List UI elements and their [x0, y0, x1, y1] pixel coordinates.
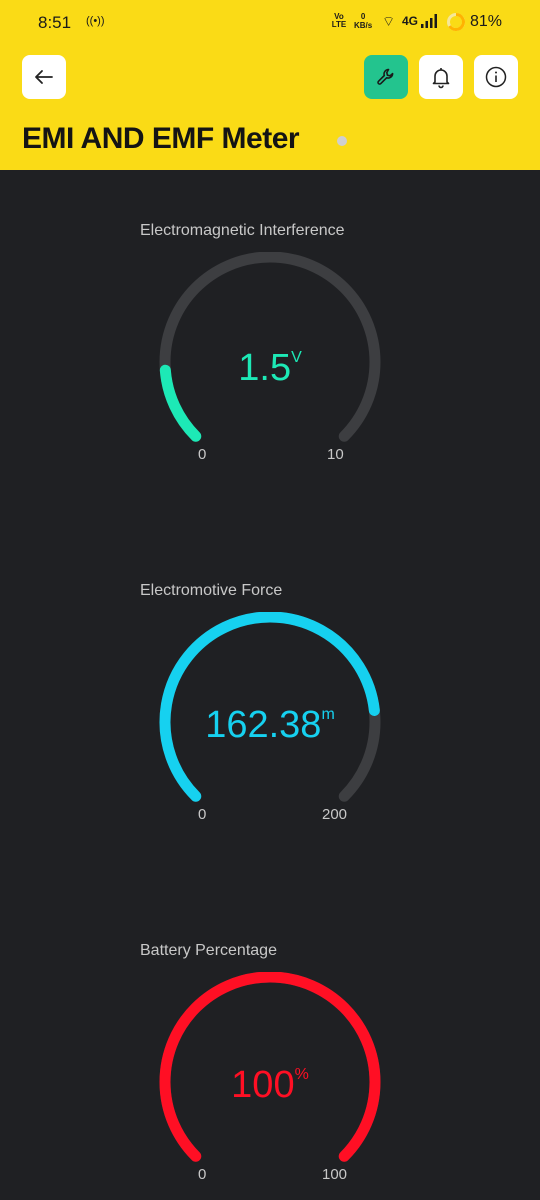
gauge-value-number: 1.5 [238, 347, 292, 389]
gauge-min-label: 0 [198, 446, 207, 463]
settings-button[interactable] [364, 55, 408, 99]
gauge-max-label: 200 [322, 806, 348, 823]
gauge-max-label: 100 [322, 1166, 348, 1183]
gauge-max-label: 10 [327, 446, 344, 463]
wifi-icon: ⌔ [382, 13, 396, 29]
gauge-value-unit: % [294, 1066, 309, 1083]
gauge-label: Electromotive Force [140, 582, 283, 599]
network-type: 4G [402, 14, 419, 28]
battery-percent: 81% [470, 13, 503, 30]
info-button[interactable] [474, 55, 518, 99]
gauge-value: 1.5V [150, 347, 390, 390]
signal-icon [421, 14, 437, 28]
info-icon [485, 66, 507, 88]
page-title: EMI AND EMF Meter [22, 122, 300, 155]
device-status-dot [337, 136, 347, 146]
gauge-min-label: 0 [198, 1166, 207, 1183]
gauge-min-label: 0 [198, 806, 207, 823]
gauge-value-unit: V [291, 349, 302, 366]
battery-ring-icon [447, 13, 465, 31]
status-time: 8:51 [38, 13, 72, 32]
status-bar: 8:51 ((•)) Vo LTE 0 KB/s ⌔ 4G 81% [0, 0, 540, 44]
hotspot-icon: ((•)) [86, 15, 105, 27]
volte-indicator: Vo LTE [331, 12, 347, 29]
gauge-value-number: 162.38 [205, 704, 322, 746]
network-speed-value: 0 [360, 12, 366, 21]
app-header: 8:51 ((•)) Vo LTE 0 KB/s ⌔ 4G 81% EMI AN… [0, 0, 540, 170]
bell-icon [432, 68, 450, 89]
gauge-value: 100% [150, 1064, 390, 1107]
gauge-value-number: 100 [231, 1064, 295, 1106]
network-speed-unit: KB/s [354, 21, 373, 30]
network-speed: 0 KB/s [354, 12, 372, 30]
gauge-value: 162.38m [150, 704, 390, 747]
gauge-label: Battery Percentage [140, 942, 277, 959]
gauge-label: Electromagnetic Interference [140, 222, 345, 239]
back-button[interactable] [22, 55, 66, 99]
gauge-value-unit: m [321, 706, 335, 723]
arrow-left-icon [35, 70, 53, 84]
notifications-button[interactable] [419, 55, 463, 99]
wrench-icon [377, 68, 394, 85]
